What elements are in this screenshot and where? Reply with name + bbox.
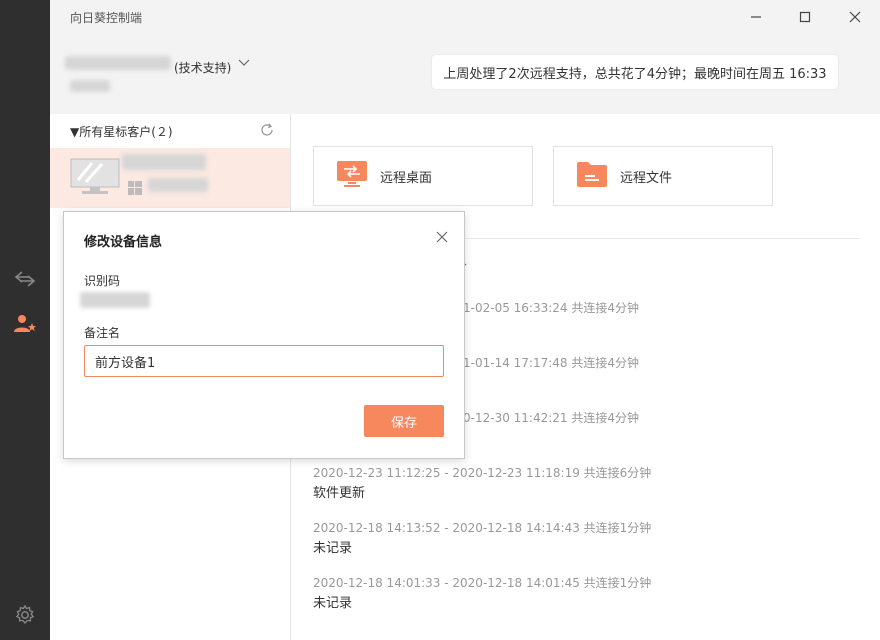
- maximize-button[interactable]: [793, 6, 817, 28]
- computer-monitor-icon: [70, 158, 120, 200]
- remote-file-label: 远程文件: [620, 170, 673, 186]
- log-time: 1-02-05 16:33:24 共连接4分钟: [463, 301, 639, 315]
- remote-desktop-label: 远程桌面: [380, 170, 433, 186]
- account-id-redacted: [70, 80, 110, 92]
- log-desc: 未记录: [313, 596, 353, 611]
- log-time: 2020-12-23 11:12:25 - 2020-12-23 11:18:1…: [313, 466, 652, 480]
- remark-label: 备注名: [84, 326, 121, 340]
- account-role: (技术支持): [174, 61, 232, 75]
- starred-group-header[interactable]: ▼所有星标客户(２): [70, 123, 173, 140]
- refresh-icon[interactable]: [260, 123, 274, 141]
- close-icon[interactable]: [433, 228, 451, 246]
- dialog-title: 修改设备信息: [84, 235, 163, 250]
- header: 向日葵控制端 (技术支持) 上周处理了2次远程支持，总共花了4分钟；最晚时间在周…: [50, 0, 880, 114]
- log-desc: 未记录: [313, 541, 353, 556]
- remark-name-input[interactable]: [84, 345, 444, 377]
- close-button[interactable]: [843, 6, 867, 28]
- folder-icon: [576, 160, 608, 192]
- device-id-label: 识别码: [84, 274, 121, 288]
- remote-desktop-button[interactable]: 远程桌面: [313, 146, 533, 206]
- log-time: 1-01-14 17:17:48 共连接4分钟: [463, 356, 639, 370]
- account-name-redacted: [65, 56, 171, 70]
- weekly-summary-notice: 上周处理了2次远程支持，总共花了4分钟；最晚时间在周五 16:33: [432, 55, 838, 89]
- remote-control-icon[interactable]: [12, 266, 38, 292]
- remote-desktop-icon: [336, 160, 368, 192]
- contacts-star-icon[interactable]: [12, 311, 38, 337]
- device-name-redacted: [122, 154, 206, 170]
- minimize-button[interactable]: [744, 6, 768, 28]
- remote-file-button[interactable]: 远程文件: [553, 146, 773, 206]
- windows-os-icon: [128, 181, 142, 199]
- log-time: 2020-12-18 14:13:52 - 2020-12-18 14:14:4…: [313, 521, 652, 535]
- log-time: 2020-12-18 14:01:33 - 2020-12-18 14:01:4…: [313, 576, 652, 590]
- app-title: 向日葵控制端: [70, 11, 143, 25]
- log-time: 0-12-30 11:42:21 共连接4分钟: [463, 411, 639, 425]
- edit-device-dialog: 修改设备信息 识别码 备注名 保存: [63, 211, 465, 459]
- log-desc: 软件更新: [313, 486, 366, 501]
- left-rail: [0, 0, 50, 640]
- device-id-redacted: [148, 178, 208, 192]
- device-id-value-redacted: [80, 292, 150, 308]
- device-row-selected[interactable]: [50, 148, 290, 208]
- settings-gear-icon[interactable]: [12, 602, 38, 628]
- save-button[interactable]: 保存: [364, 405, 444, 437]
- chevron-down-icon[interactable]: [238, 57, 250, 72]
